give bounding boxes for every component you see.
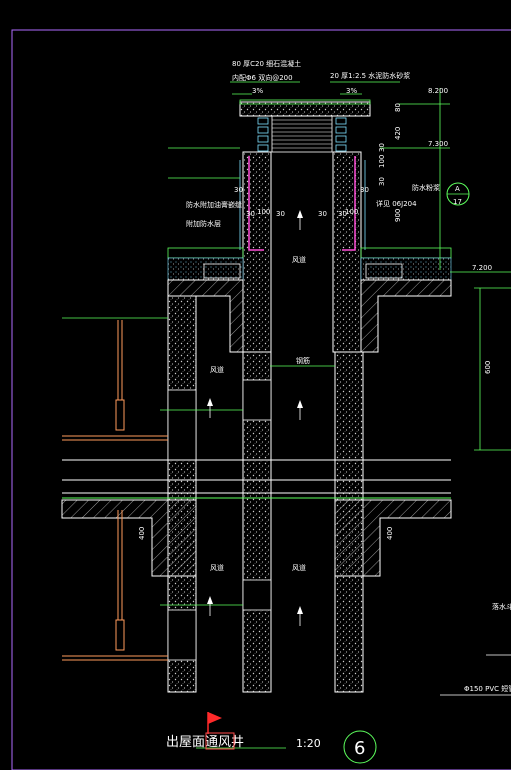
drawing-title: 出屋面通风井 bbox=[166, 735, 244, 750]
label-duct-upper: 风道 bbox=[292, 255, 306, 264]
top-cap bbox=[239, 99, 371, 153]
upper-shaft bbox=[239, 151, 366, 353]
callout-letter: A bbox=[455, 185, 460, 193]
callout-bubble: A 17 bbox=[446, 182, 470, 206]
right-cut-note-2: Φ150 PVC 短管 bbox=[464, 684, 511, 693]
dim-100: 100 bbox=[378, 155, 386, 168]
dim-100-l: 100 bbox=[257, 208, 270, 216]
dim-900: 900 bbox=[394, 209, 402, 222]
dim-30a: 30 bbox=[378, 143, 386, 152]
dim-400-lower-r: 400 bbox=[386, 527, 394, 540]
cad-drawing: 80 厚C20 细石混凝土 内配Φ6 双向@200 20 厚1:2.5 水泥防水… bbox=[11, 29, 511, 770]
red-flag-icon bbox=[207, 712, 222, 734]
label-duct-lower-r: 风道 bbox=[292, 563, 306, 572]
dim-30-mid-r: 30 bbox=[318, 210, 327, 218]
lower-shaft bbox=[61, 295, 452, 693]
top-annotation-2: 20 厚1:2.5 水泥防水砂浆 bbox=[330, 71, 410, 80]
elevation-top: 8.200 bbox=[428, 87, 448, 95]
detail-number: 6 bbox=[354, 738, 365, 759]
callout-number: 17 bbox=[453, 198, 462, 206]
dim-600: 600 bbox=[484, 361, 492, 374]
dim-420: 420 bbox=[394, 127, 402, 140]
dim-400-lower: 400 bbox=[138, 527, 146, 540]
label-gap: 钢筋 bbox=[296, 356, 310, 365]
dim-30b: 30 bbox=[378, 177, 386, 186]
elevation-mid: 7.300 bbox=[428, 140, 448, 148]
dim-30-inner-l: 30 bbox=[246, 210, 255, 218]
roof-slab bbox=[167, 247, 452, 353]
right-note-2: 详见 06J204 bbox=[376, 199, 417, 208]
right-note-1: 防水粉浆 bbox=[412, 183, 440, 192]
top-annotation-1: 80 厚C20 细石混凝土 bbox=[232, 59, 301, 68]
title-highlight: 风井 bbox=[218, 735, 244, 750]
top-annotation-1b: 内配Φ6 双向@200 bbox=[232, 73, 293, 82]
slope-right: 3% bbox=[346, 87, 357, 95]
label-duct-lower-l: 风道 bbox=[210, 563, 224, 572]
guide-lines bbox=[62, 81, 511, 749]
dim-30-left: 30 bbox=[234, 186, 243, 194]
title-prefix: 出屋面通 bbox=[166, 735, 218, 750]
dim-100-r: 100 bbox=[345, 208, 358, 216]
hangers bbox=[62, 320, 168, 661]
drawing-scale: 1:20 bbox=[296, 737, 321, 750]
dim-80: 80 bbox=[394, 103, 402, 112]
slope-left: 3% bbox=[252, 87, 263, 95]
dim-30-right: 30 bbox=[360, 186, 369, 194]
right-cut-note-1: 落水斗 bbox=[492, 602, 511, 611]
left-note-1: 防水附加油膏嵌缝 bbox=[186, 200, 242, 209]
elevation-roof: 7.200 bbox=[472, 264, 492, 272]
dim-30-mid-l: 30 bbox=[276, 210, 285, 218]
label-duct-left: 风道 bbox=[210, 365, 224, 374]
left-note-2: 附加防水层 bbox=[186, 219, 221, 228]
